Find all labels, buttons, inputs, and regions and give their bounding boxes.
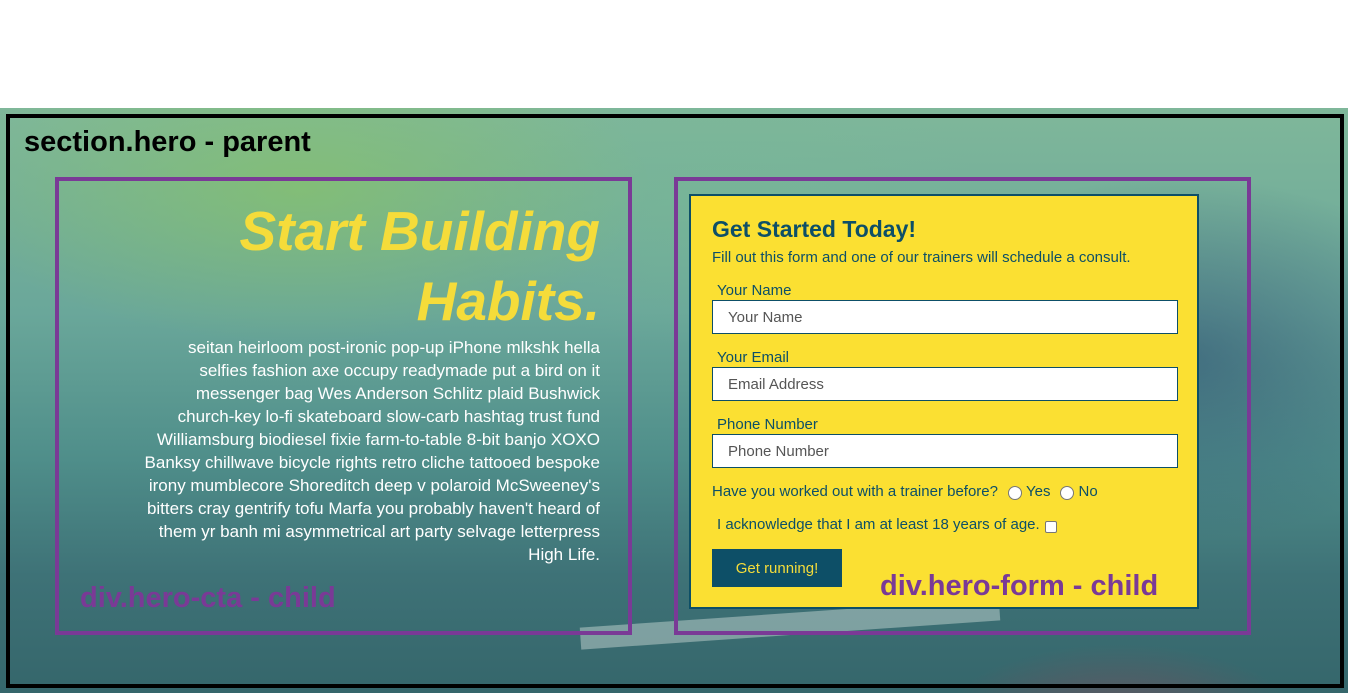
cta-body: seitan heirloom post-ironic pop-up iPhon… — [144, 338, 600, 564]
name-label: Your Name — [717, 282, 792, 299]
form-intro: Fill out this form and one of our traine… — [712, 249, 1131, 266]
cta-child-label: div.hero-cta - child — [80, 582, 336, 614]
radio-no-label: No — [1078, 483, 1098, 500]
trainer-question: Have you worked out with a trainer befor… — [712, 483, 998, 500]
trainer-question-row: Have you worked out with a trainer befor… — [712, 483, 1098, 500]
phone-label: Phone Number — [717, 416, 818, 433]
age-ack-checkbox[interactable] — [1044, 520, 1057, 533]
parent-label: section.hero - parent — [24, 126, 311, 158]
name-input[interactable] — [712, 300, 1178, 334]
email-label: Your Email — [717, 349, 789, 366]
email-input[interactable] — [712, 367, 1178, 401]
phone-input[interactable] — [712, 434, 1178, 468]
radio-yes-label: Yes — [1026, 483, 1051, 500]
cta-title: Start Building Habits. — [239, 200, 600, 332]
radio-no[interactable] — [1060, 485, 1075, 500]
radio-yes[interactable] — [1008, 485, 1022, 500]
submit-button[interactable]: Get running! — [712, 549, 842, 587]
form-child-label: div.hero-form - child — [880, 570, 1159, 602]
form-title: Get Started Today! — [712, 216, 917, 242]
age-ack-label: I acknowledge that I am at least 18 year… — [717, 516, 1040, 533]
age-ack-row: I acknowledge that I am at least 18 year… — [717, 516, 1057, 533]
hero-section: section.hero - parent Start Building Hab… — [0, 108, 1348, 693]
